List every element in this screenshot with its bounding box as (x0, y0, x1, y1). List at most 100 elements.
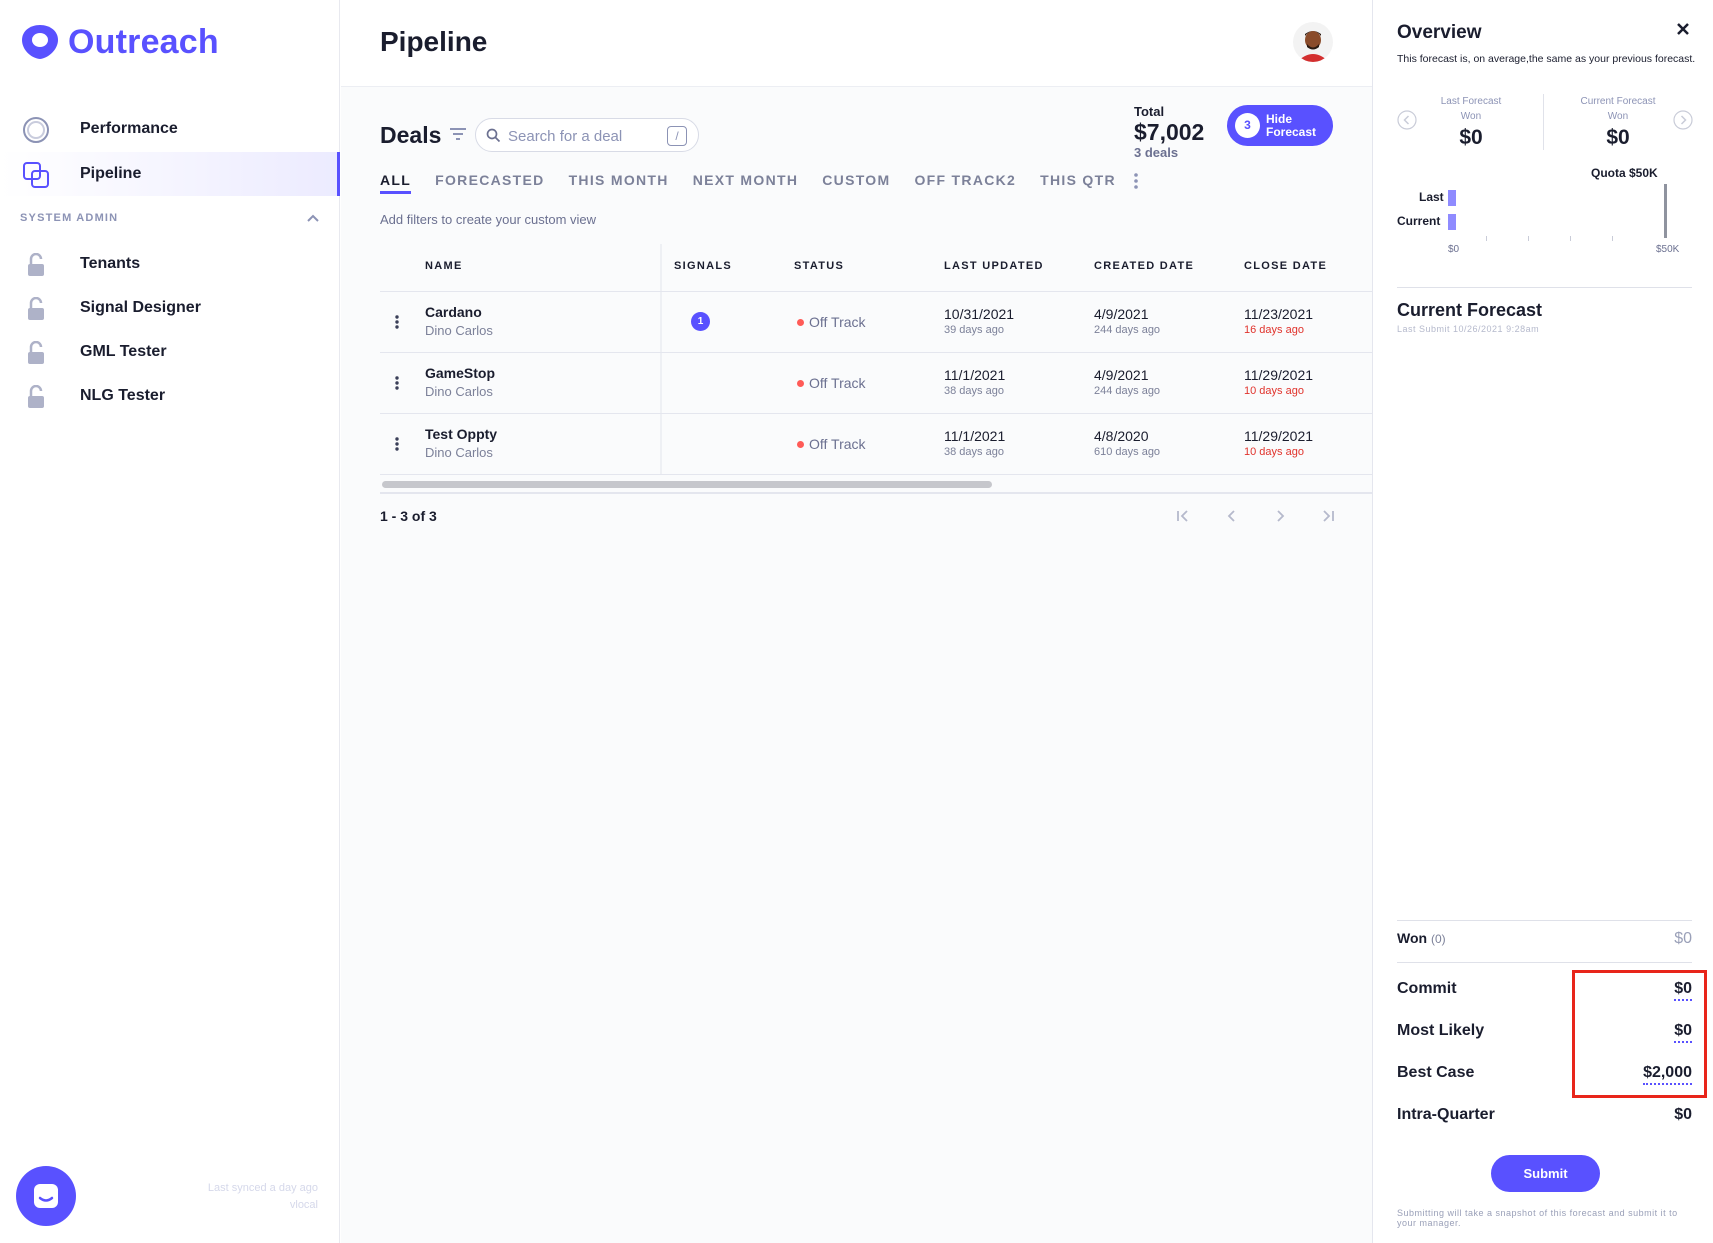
custom-view-hint: Add filters to create your custom view (380, 212, 597, 227)
close-ago: 10 days ago (1244, 446, 1304, 458)
pagination-summary: 1 - 3 of 3 (380, 508, 437, 524)
table-row[interactable]: Cardano Dino Carlos 1 Off Track 10/31/20… (380, 292, 1372, 353)
row-menu-icon[interactable] (394, 314, 400, 335)
table-bottom-border (380, 492, 1372, 494)
previous-page-icon[interactable] (1221, 505, 1243, 527)
current-bar-label: Current (1397, 214, 1441, 228)
sidebar-item-label: Signal Designer (80, 299, 201, 316)
sidebar-item-gml-tester[interactable]: GML Tester (0, 330, 340, 374)
avatar[interactable] (1293, 22, 1333, 62)
column-divider (660, 353, 662, 413)
tab-this-qtr[interactable]: THIS QTR (1040, 172, 1116, 194)
hide-forecast-label: Hide Forecast (1266, 111, 1317, 139)
close-date: 11/29/2021 (1244, 367, 1314, 383)
hide-forecast-button[interactable]: 3 Hide Forecast (1227, 105, 1333, 146)
sidebar-item-label: Performance (80, 120, 178, 137)
won-row-label-text: Won (1397, 930, 1428, 946)
chevron-up-icon[interactable] (306, 210, 320, 228)
annotation-highlight-box (1572, 970, 1707, 1098)
close-icon[interactable] (1676, 22, 1690, 41)
column-header-close-date[interactable]: CLOSE DATE (1244, 260, 1327, 272)
tab-custom[interactable]: CUSTOM (822, 172, 890, 194)
current-forecast-bar (1448, 214, 1456, 230)
tab-all[interactable]: ALL (380, 172, 412, 194)
first-page-icon[interactable] (1172, 505, 1194, 527)
next-page-icon[interactable] (1269, 505, 1291, 527)
status-badge: Off Track (797, 375, 866, 391)
deal-name[interactable]: Test Oppty (425, 426, 497, 442)
column-divider (660, 292, 662, 352)
lock-open-icon (22, 252, 50, 278)
status-dot (797, 379, 804, 387)
view-tabs: ALL FORECASTED THIS MONTH NEXT MONTH CUS… (380, 172, 1140, 194)
deal-name[interactable]: GameStop (425, 365, 495, 381)
column-divider (660, 414, 662, 474)
lock-open-icon (22, 384, 50, 410)
column-header-created-date[interactable]: CREATED DATE (1094, 260, 1194, 272)
status-badge: Off Track (797, 314, 866, 330)
tab-this-month[interactable]: THIS MONTH (569, 172, 669, 194)
tab-next-month[interactable]: NEXT MONTH (693, 172, 799, 194)
status-text: Off Track (809, 375, 866, 391)
last-forecast-label: Last Forecast (1440, 96, 1502, 107)
created-ago: 610 days ago (1094, 446, 1161, 458)
section-divider (1397, 920, 1692, 921)
deal-name[interactable]: Cardano (425, 304, 482, 320)
horizontal-scrollbar[interactable] (382, 481, 992, 488)
tab-off-track2[interactable]: OFF TRACK2 (914, 172, 1016, 194)
search-icon (486, 128, 501, 148)
sidebar-item-tenants[interactable]: Tenants (0, 242, 340, 286)
sidebar-item-performance[interactable]: Performance (0, 107, 340, 151)
column-header-last-updated[interactable]: LAST UPDATED (944, 260, 1044, 272)
next-forecast-icon[interactable] (1673, 110, 1693, 135)
forecast-divider (1543, 94, 1544, 150)
column-header-signals[interactable]: SIGNALS (674, 260, 732, 272)
sidebar: Outreach Performance Pipeline SYSTEM ADM… (0, 0, 340, 1243)
last-forecast-won-value: $0 (1459, 126, 1483, 149)
current-forecast-label: Current Forecast (1580, 96, 1656, 107)
row-menu-icon[interactable] (394, 375, 400, 396)
search-input[interactable] (508, 125, 658, 147)
filter-icon[interactable] (449, 127, 467, 146)
deal-owner: Dino Carlos (425, 323, 493, 338)
sidebar-item-nlg-tester[interactable]: NLG Tester (0, 374, 340, 418)
total-deal-count: 3 deals (1134, 145, 1179, 160)
last-bar-label: Last (1419, 190, 1444, 204)
signal-count-badge[interactable]: 1 (691, 312, 710, 331)
section-divider (1397, 287, 1692, 288)
chat-launcher-button[interactable] (16, 1166, 76, 1226)
submit-button[interactable]: Submit (1491, 1155, 1600, 1192)
total-value: $7,002 (1134, 119, 1205, 145)
outreach-logo[interactable]: Outreach (20, 22, 219, 62)
sidebar-item-label: Pipeline (80, 165, 142, 182)
table-row[interactable]: GameStop Dino Carlos Off Track 11/1/2021… (380, 353, 1372, 414)
last-updated-ago: 38 days ago (944, 385, 1004, 397)
section-divider (1397, 962, 1692, 963)
more-tabs-icon[interactable] (1133, 172, 1139, 195)
chat-icon (34, 1184, 58, 1208)
page-title: Pipeline (380, 26, 488, 57)
tab-forecasted[interactable]: FORECASTED (435, 172, 544, 194)
last-page-icon[interactable] (1317, 505, 1339, 527)
intra-quarter-row: Intra-Quarter $0 (1397, 1104, 1692, 1128)
sidebar-item-label: NLG Tester (80, 387, 166, 404)
created-date: 4/8/2020 (1094, 428, 1149, 444)
total-label: Total (1134, 104, 1165, 119)
axis-tick (1486, 236, 1487, 241)
close-date: 11/29/2021 (1244, 428, 1314, 444)
table-header: NAME SIGNALS STATUS LAST UPDATED CREATED… (380, 244, 1372, 292)
submit-note: Submitting will take a snapshot of this … (1397, 1208, 1678, 1228)
won-row-value: $0 (1674, 930, 1692, 947)
column-header-status[interactable]: STATUS (794, 260, 844, 272)
sidebar-item-signal-designer[interactable]: Signal Designer (0, 286, 340, 330)
close-date: 11/23/2021 (1244, 306, 1314, 322)
created-ago: 244 days ago (1094, 324, 1161, 336)
last-submit-text: Last Submit 10/26/2021 9:28am (1397, 324, 1540, 334)
axis-tick (1612, 236, 1613, 241)
table-row[interactable]: Test Oppty Dino Carlos Off Track 11/1/20… (380, 414, 1372, 475)
column-header-name[interactable]: NAME (425, 260, 463, 272)
status-dot (797, 318, 804, 326)
sidebar-item-pipeline[interactable]: Pipeline (0, 152, 340, 196)
lock-open-icon (22, 296, 50, 322)
row-menu-icon[interactable] (394, 436, 400, 457)
